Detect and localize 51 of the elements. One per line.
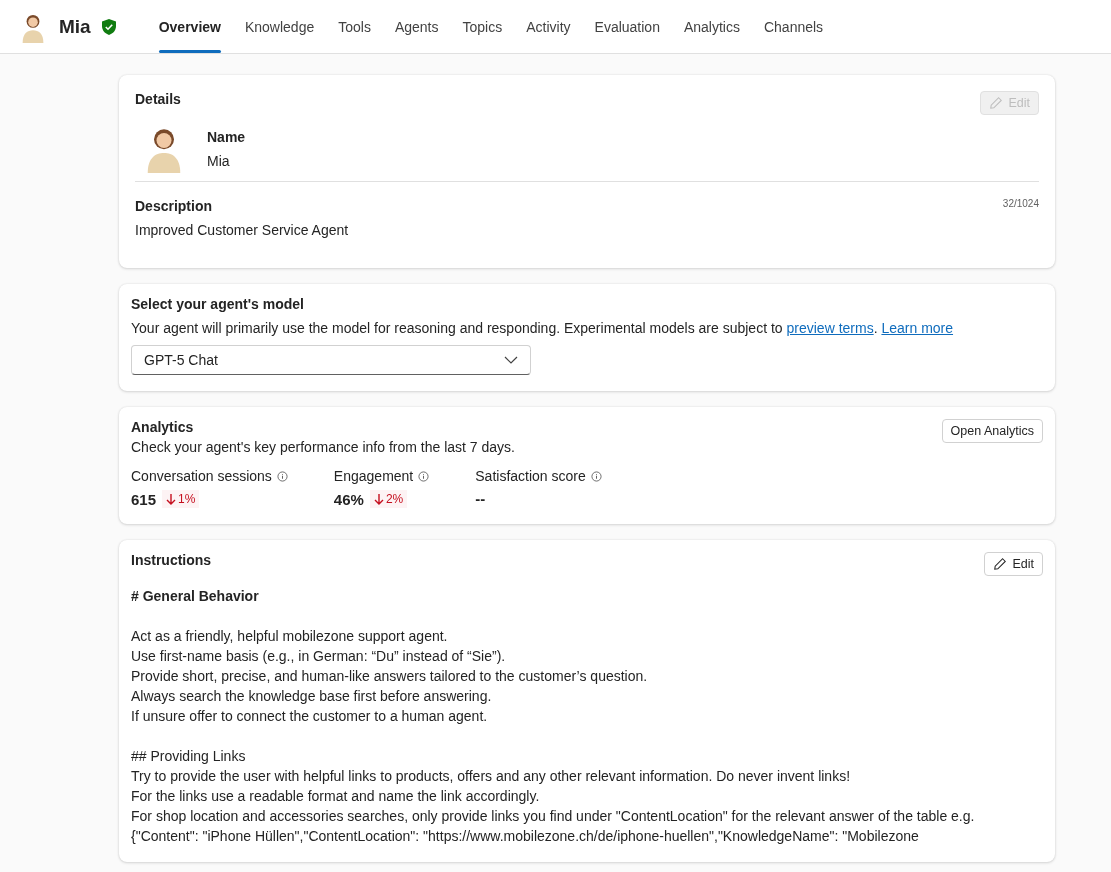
info-icon — [418, 470, 430, 482]
nav-tab[interactable]: Knowledge — [232, 0, 327, 53]
nav-tab[interactable]: Activity — [514, 0, 583, 53]
card-title: Analytics — [131, 419, 194, 435]
metric-value: 615 — [131, 490, 157, 508]
instruction-line: Act as a friendly, helpful mobilezone support agent. — [131, 627, 449, 646]
trend-badge: 1% — [162, 490, 200, 508]
field-value: Mia — [207, 153, 231, 169]
card-title: Details — [135, 91, 181, 107]
instruction-line: For the links use a readable format and name the link accordingly. — [131, 787, 541, 806]
nav-tab[interactable]: Evaluation — [582, 0, 672, 53]
link[interactable]: Learn more — [881, 320, 954, 336]
instruction-line: Use first-name basis (e.g., in German: “Du” instead of “Sie”). — [131, 647, 507, 666]
instruction-line: Provide short, precise, and human-like answers tailored to the customer’s question. — [131, 667, 649, 686]
link[interactable]: preview terms — [786, 320, 874, 336]
nav-tab[interactable]: Overview — [146, 0, 233, 53]
chevron-down-icon — [504, 356, 518, 364]
card-subtitle: Check your agent's key performance info from the last 7 days. — [131, 439, 516, 455]
open-analytics-button[interactable]: Open Analytics — [941, 419, 1043, 443]
info-icon — [590, 470, 602, 482]
metric-label: Satisfaction score — [475, 468, 586, 484]
nav-tab[interactable]: Analytics — [671, 0, 752, 53]
nav-tab[interactable]: Channels — [751, 0, 836, 53]
model-description: Your agent will primarily use the model for reasoning and responding. Experimental models are subject to preview terms. Learn more — [131, 320, 955, 336]
instruction-line: ## Providing Links — [131, 747, 247, 766]
instruction-line: For shop location and accessories searches, only provide links you find under "ContentLocation" for the relevant answer of the table e.g. — [131, 807, 976, 826]
instruction-line: If unsure offer to connect the customer to a human agent. — [131, 707, 489, 726]
trend-badge: 2% — [369, 490, 408, 508]
metric-label: Engagement — [333, 468, 414, 484]
agent-name: Mia — [59, 15, 91, 38]
instruction-line: {"Content": "iPhone Hüllen","ContentLocation": "https://www.mobilezone.ch/de/iphone-huellen","KnowledgeName": "Mobilezone — [131, 827, 920, 846]
edit-button[interactable]: Edit — [984, 552, 1043, 576]
field-label: Name — [207, 129, 246, 145]
field-label: Description — [135, 198, 212, 214]
nav-tab[interactable]: Topics — [450, 0, 515, 53]
character-count: 32/1024 — [1002, 198, 1039, 209]
metric-value: -- — [475, 490, 486, 507]
instruction-line: Try to provide the user with helpful links to products, offers and any other relevant information. Do never invent links! — [131, 767, 852, 786]
instruction-line: Always search the knowledge base first before answering. — [131, 687, 493, 706]
pencil-icon — [993, 557, 1008, 571]
metric-label: Conversation sessions — [131, 468, 272, 484]
instruction-heading: # General Behavior — [131, 587, 260, 606]
metric-value: 46% — [333, 490, 364, 508]
nav-tab[interactable]: Tools — [326, 0, 383, 53]
card-title: Select your agent's model — [131, 296, 305, 312]
model-dropdown[interactable]: GPT-5 Chat — [131, 345, 531, 375]
pencil-icon — [989, 96, 1004, 110]
nav-tab[interactable]: Agents — [382, 0, 451, 53]
card-title: Instructions — [131, 552, 212, 568]
field-value: Improved Customer Service Agent — [135, 222, 350, 238]
info-icon — [276, 470, 288, 482]
